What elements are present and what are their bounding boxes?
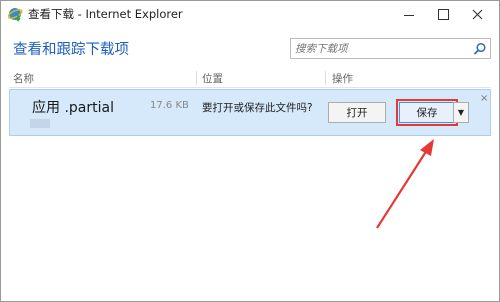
minimize-button[interactable] (392, 1, 426, 27)
maximize-icon (437, 8, 449, 20)
column-header-actions[interactable]: 操作 (332, 71, 353, 86)
download-row[interactable]: 应用 .partial 17.6 KB 要打开或保存此文件吗? 打开 保存 ▼ … (9, 89, 491, 136)
title-bar: 查看下载 - Internet Explorer (1, 1, 499, 27)
save-highlight-box (396, 99, 458, 126)
open-button[interactable]: 打开 (328, 102, 386, 123)
column-separator (325, 71, 326, 85)
page-title: 查看和跟踪下载项 (13, 42, 129, 58)
column-separator (196, 71, 197, 85)
file-size: 17.6 KB (150, 100, 189, 111)
close-icon (472, 9, 482, 19)
search-icon[interactable] (473, 41, 487, 55)
ie-download-icon (7, 6, 24, 22)
close-button[interactable] (460, 1, 494, 27)
file-name: 应用 .partial (32, 100, 114, 116)
minimize-icon (404, 14, 414, 16)
dismiss-download-button[interactable]: × (480, 93, 488, 104)
save-options-dropdown[interactable]: ▼ (453, 102, 469, 123)
window-title: 查看下载 - Internet Explorer (28, 7, 183, 21)
file-source-redacted (30, 119, 50, 128)
search-box[interactable] (290, 38, 491, 59)
download-prompt: 要打开或保存此文件吗? (202, 102, 313, 114)
header-divider (9, 87, 491, 88)
column-header-location[interactable]: 位置 (202, 71, 223, 86)
maximize-button[interactable] (426, 1, 460, 27)
column-header-name[interactable]: 名称 (13, 71, 34, 86)
search-input[interactable] (291, 39, 471, 58)
chevron-down-icon: ▼ (457, 108, 465, 117)
download-manager-window: 查看下载 - Internet Explorer 查看和跟踪下载项 名称 位置 … (0, 0, 500, 302)
